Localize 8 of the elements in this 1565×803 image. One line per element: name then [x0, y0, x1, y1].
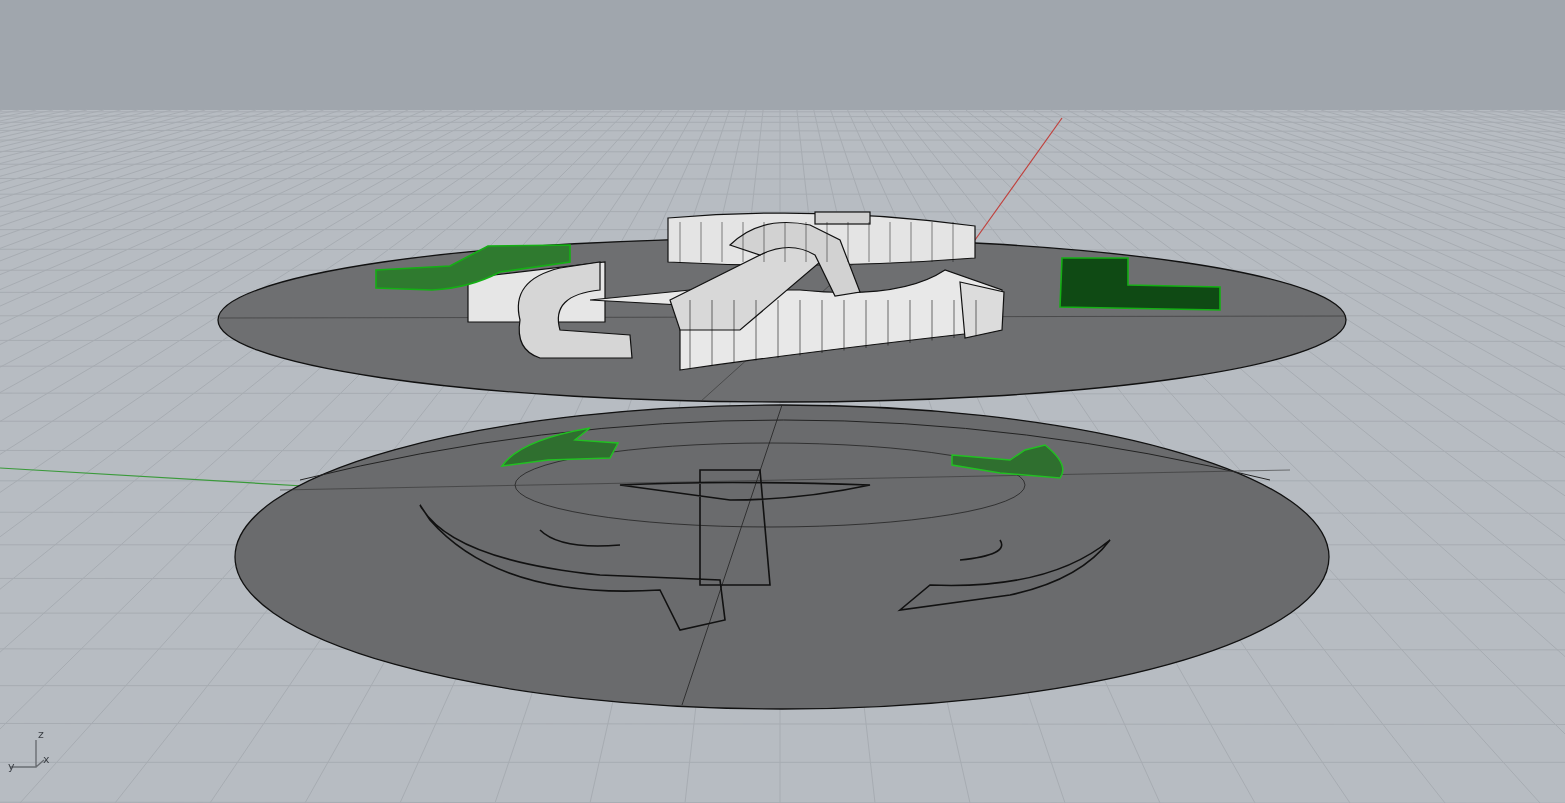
axis-label: y — [8, 760, 15, 773]
selected-surface-drawing[interactable] — [501, 427, 619, 467]
axis-label: x — [43, 753, 50, 766]
axis-label: z — [38, 728, 44, 741]
3d-viewport[interactable]: z y x — [0, 0, 1565, 803]
selected-block-drawing[interactable] — [1059, 257, 1221, 311]
selected-block-drawing[interactable] — [375, 244, 571, 291]
selected-surface-drawing[interactable] — [951, 444, 1064, 479]
